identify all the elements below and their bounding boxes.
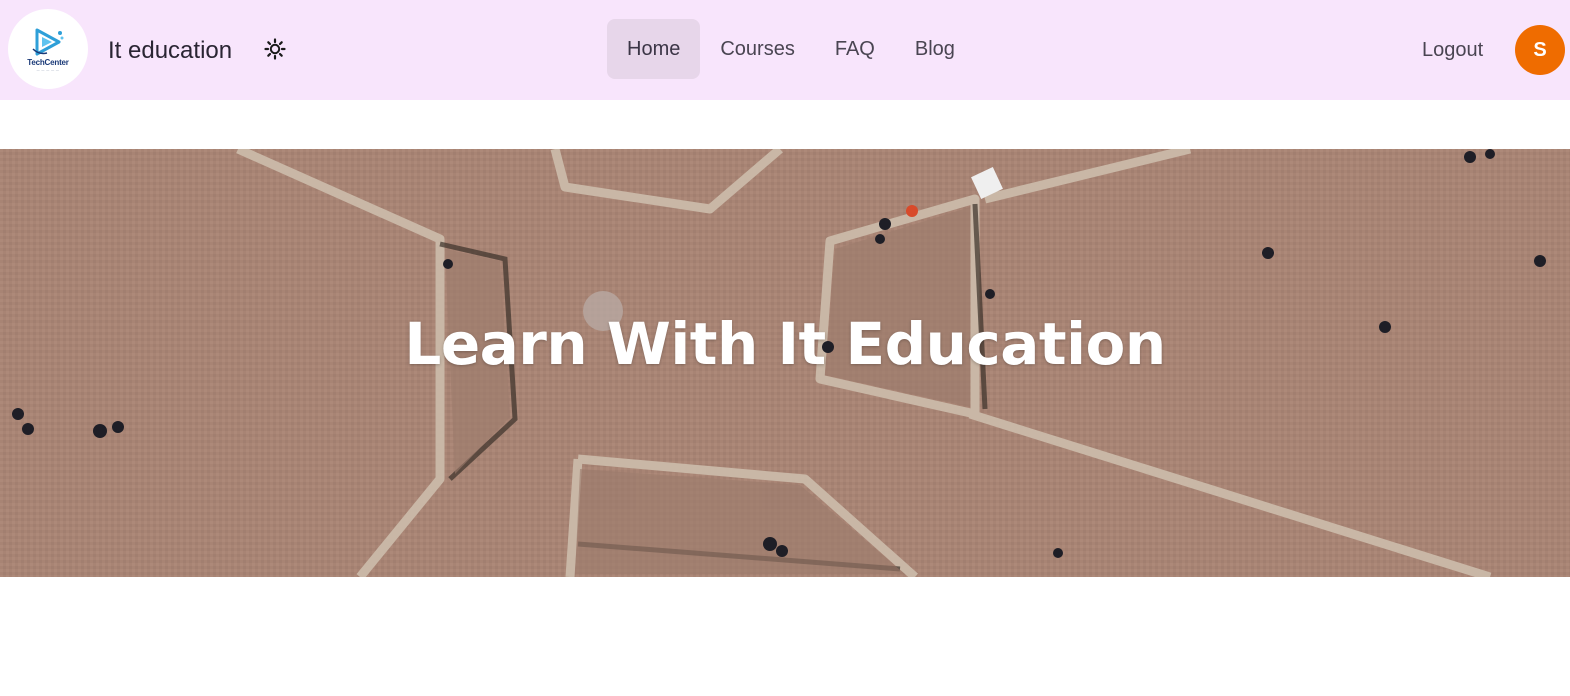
nav-courses[interactable]: Courses (700, 19, 814, 79)
logo-subtext: — — — — — (36, 67, 60, 72)
brand-title[interactable]: It education (108, 36, 232, 66)
nav-home[interactable]: Home (607, 19, 701, 79)
nav-faq[interactable]: FAQ (815, 19, 895, 79)
sun-icon[interactable] (264, 38, 286, 60)
play-triangle-logo-icon (32, 28, 64, 55)
hero-title: Learn With It Education (404, 310, 1166, 378)
navbar: TechCenter — — — — — It education Home C… (0, 0, 1570, 100)
logout-link[interactable]: Logout (1422, 37, 1483, 63)
logo-text: TechCenter (27, 57, 69, 67)
avatar[interactable]: S (1515, 25, 1565, 75)
nav-blog[interactable]: Blog (895, 19, 975, 79)
main-nav: Home Courses FAQ Blog (607, 19, 975, 79)
site-logo[interactable]: TechCenter — — — — — (8, 9, 88, 89)
hero-banner: Learn With It Education (0, 149, 1570, 577)
